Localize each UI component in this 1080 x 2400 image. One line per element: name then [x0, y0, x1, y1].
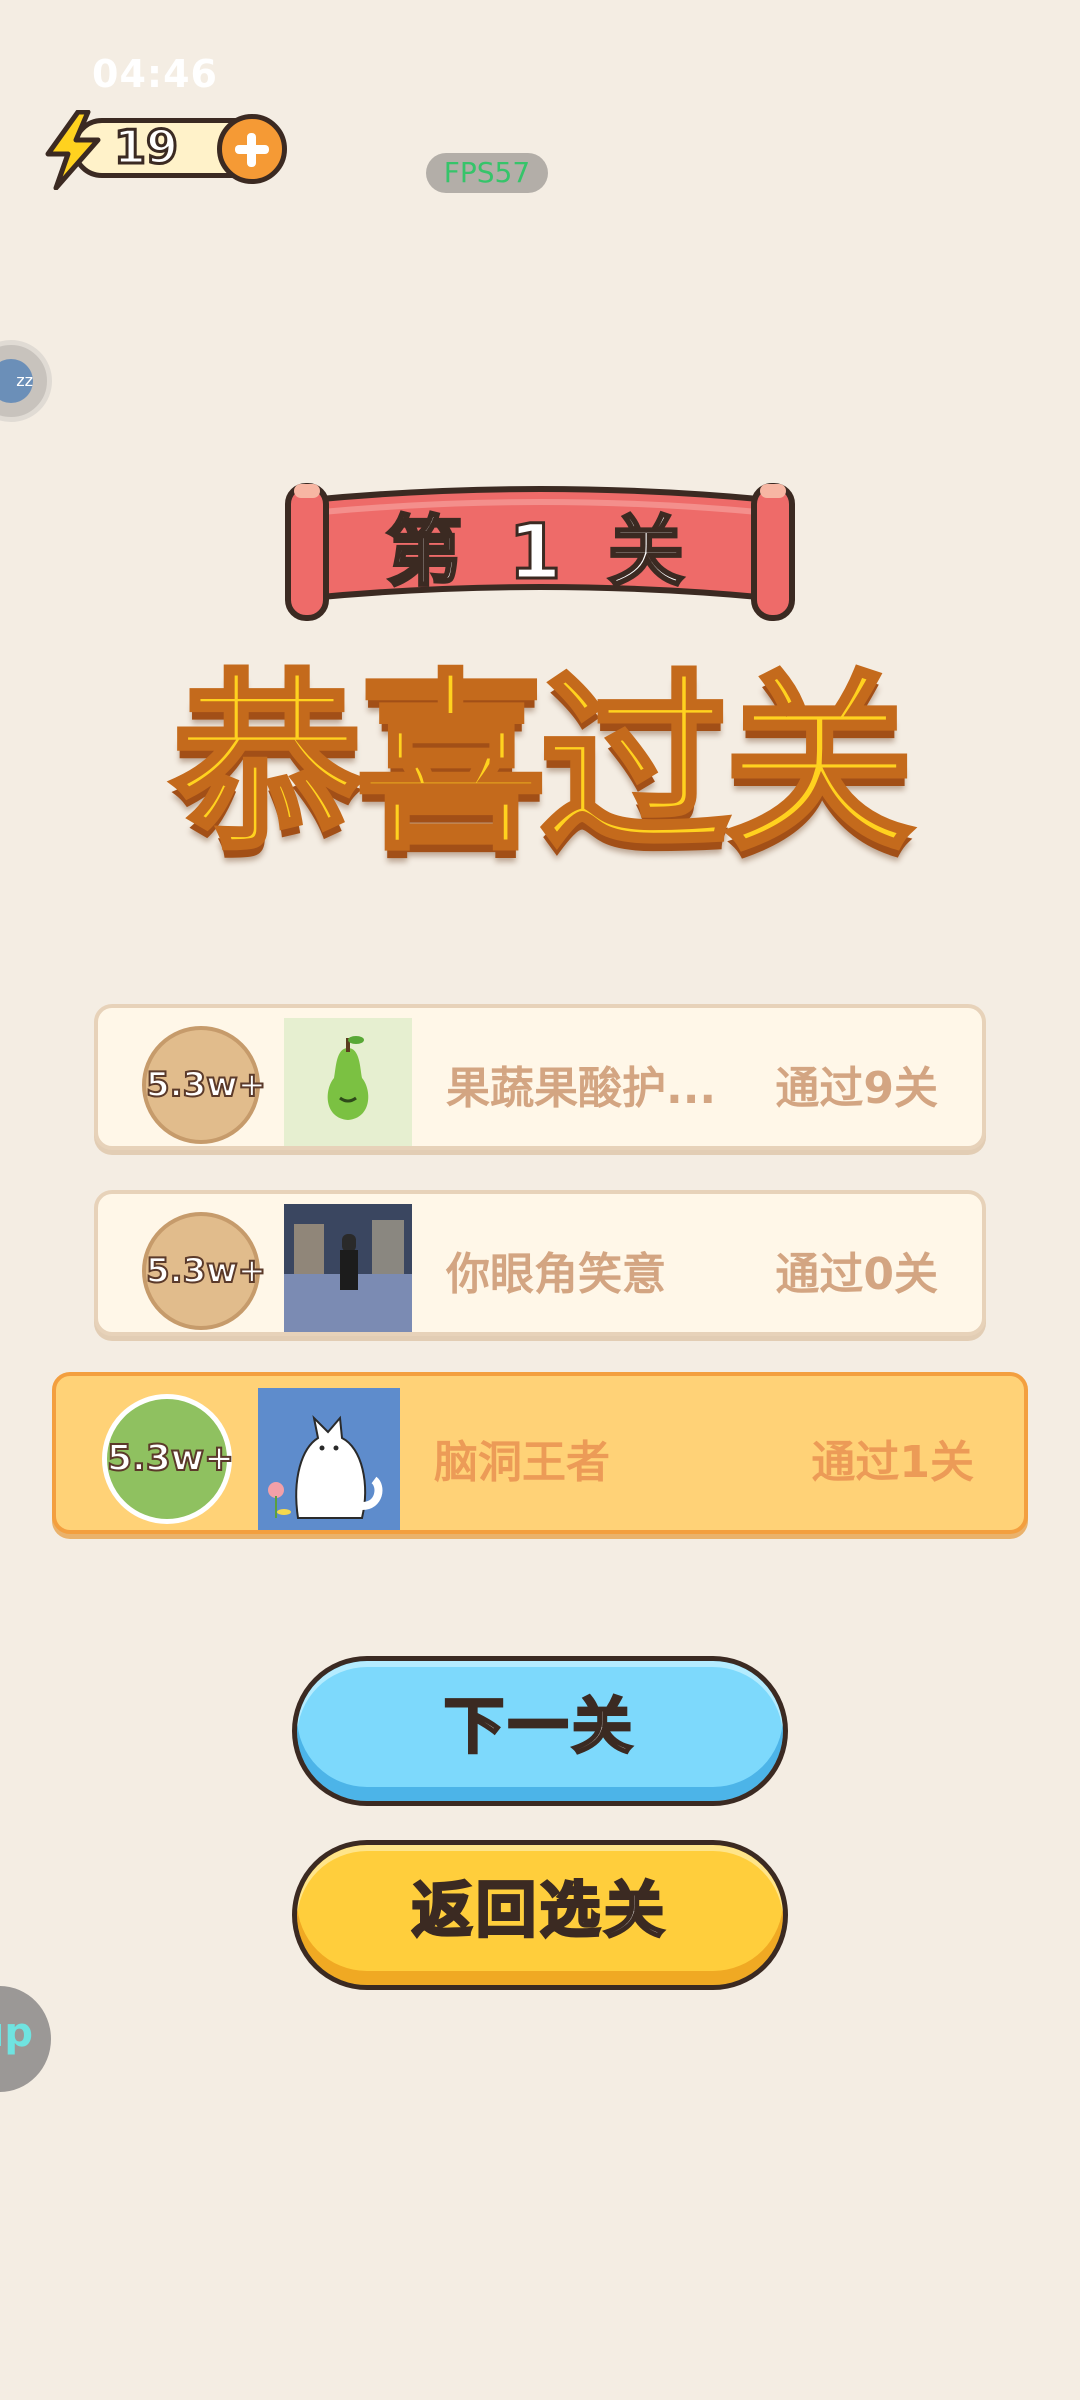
floating-bubble[interactable]: zz: [0, 340, 52, 422]
sleep-icon: zz: [0, 359, 33, 403]
clock: 04:46: [92, 52, 218, 96]
player-name: 你眼角笑意: [446, 1249, 666, 1300]
level-label: 第 1 关: [385, 506, 694, 598]
levels-passed: 通过1关: [811, 1437, 974, 1488]
up-label: up: [0, 2010, 33, 2056]
levels-passed: 通过9关: [775, 1063, 938, 1114]
rank-badge: 5.3w+: [102, 1394, 235, 1524]
pear-avatar-icon: [284, 1018, 412, 1146]
back-to-level-select-button[interactable]: 返回选关: [292, 1840, 788, 1990]
rank-badge: 5.3w+: [142, 1212, 267, 1330]
fps-indicator: FPS57: [426, 153, 548, 193]
player-name: 脑洞王者: [434, 1437, 610, 1488]
rank-badge: 5.3w+: [142, 1026, 267, 1144]
energy-counter: 19: [42, 110, 287, 190]
leaderboard-row: 5.3w+ 果蔬果酸护... 通过9关: [94, 1004, 986, 1150]
levels-passed: 通过0关: [775, 1249, 938, 1300]
floating-up-button[interactable]: up: [0, 1986, 51, 2092]
person-photo-avatar-icon: [284, 1204, 412, 1332]
leaderboard-row: 5.3w+ 你眼角笑意 通过0关: [94, 1190, 986, 1336]
leaderboard-row-self: 5.3w+ 脑洞王者 通过1关: [52, 1372, 1028, 1534]
player-name: 果蔬果酸护...: [446, 1063, 717, 1114]
add-energy-button[interactable]: [217, 114, 287, 184]
level-complete-title: 恭喜过关: [169, 654, 916, 875]
cat-avatar-icon: [258, 1388, 400, 1530]
energy-count: 19: [112, 119, 179, 176]
lightning-icon: [45, 110, 101, 190]
next-level-button[interactable]: 下一关: [292, 1656, 788, 1806]
